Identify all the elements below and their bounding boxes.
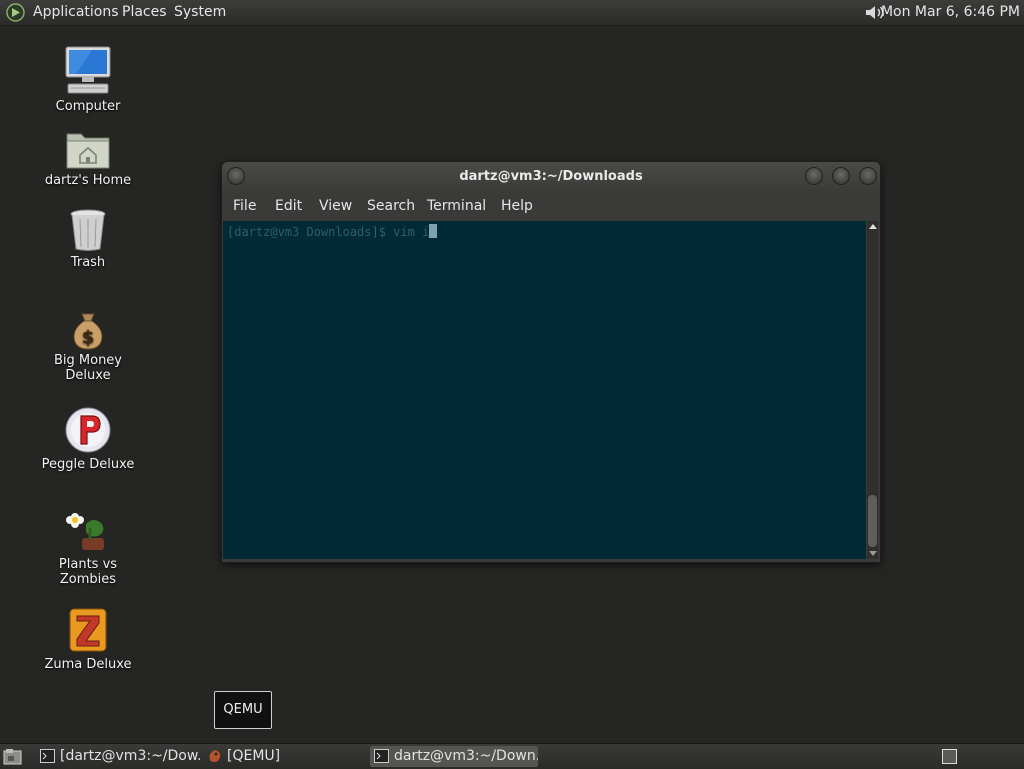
applications-menu-icon[interactable] <box>6 3 25 22</box>
close-button[interactable] <box>859 167 877 185</box>
scrollbar-thumb[interactable] <box>868 495 877 547</box>
desktop-icon-peggle[interactable]: Peggle Deluxe <box>33 406 143 472</box>
window-title: dartz@vm3:~/Downloads <box>459 169 643 184</box>
qemu-icon <box>209 750 221 762</box>
taskbar-item-label: [QEMU] <box>227 748 281 764</box>
window-titlebar[interactable]: dartz@vm3:~/Downloads <box>222 162 880 192</box>
taskbar-item-qemu[interactable]: [QEMU] <box>203 746 367 767</box>
menu-help[interactable]: Help <box>501 198 533 214</box>
show-desktop-icon[interactable] <box>3 748 22 765</box>
clock[interactable]: Mon Mar 6, 6:46 PM <box>881 0 1020 25</box>
desktop-icon-plants-vs-zombies[interactable]: Plants vs Zombies <box>33 506 143 587</box>
menu-edit[interactable]: Edit <box>275 198 302 214</box>
terminal-window[interactable]: dartz@vm3:~/Downloads File Edit View Sea… <box>221 161 881 563</box>
desktop-icon-zuma[interactable]: Zuma Deluxe <box>33 606 143 672</box>
menu-search[interactable]: Search <box>367 198 415 214</box>
menu-system[interactable]: System <box>174 0 226 25</box>
terminal-icon <box>40 749 55 763</box>
prompt-text: [dartz@vm3 Downloads]$ vim i <box>227 225 430 239</box>
taskbar-item-terminal-active[interactable]: dartz@vm3:~/Down... <box>370 746 538 767</box>
taskbar-item-terminal-1[interactable]: [dartz@vm3:~/Dow... <box>36 746 200 767</box>
scroll-up-arrow-icon[interactable] <box>869 224 877 229</box>
terminal-output[interactable]: [dartz@vm3 Downloads]$ vim i <box>223 221 866 559</box>
maximize-button[interactable] <box>832 167 850 185</box>
menu-view[interactable]: View <box>319 198 352 214</box>
menu-terminal[interactable]: Terminal <box>427 198 486 214</box>
desktop-icon-label: Computer <box>55 99 121 114</box>
minimize-button[interactable] <box>805 167 823 185</box>
qemu-tooltip: QEMU <box>214 691 272 729</box>
desktop-icon-trash[interactable]: Trash <box>33 208 143 270</box>
plants-vs-zombies-icon <box>66 513 104 550</box>
trash-icon <box>70 209 106 251</box>
taskbar-item-label: [dartz@vm3:~/Dow... <box>60 748 200 764</box>
terminal-scrollbar[interactable] <box>867 221 878 559</box>
desktop-icon-label: Trash <box>70 255 106 270</box>
peggle-icon <box>65 407 111 453</box>
menu-file[interactable]: File <box>233 198 256 214</box>
taskbar-item-label: dartz@vm3:~/Down... <box>394 748 538 764</box>
desktop-icon-label: dartz's Home <box>44 173 132 188</box>
scroll-down-arrow-icon[interactable] <box>869 551 877 556</box>
zuma-icon <box>69 608 107 652</box>
top-panel: Applications Places System Mon Mar 6, 6:… <box>0 0 1024 26</box>
text-cursor <box>429 224 438 238</box>
workspace-switcher[interactable] <box>942 749 957 764</box>
desktop-icon-label: Peggle Deluxe <box>41 457 135 472</box>
terminal-menubar: File Edit View Search Terminal Help <box>222 192 880 220</box>
desktop-icon-home[interactable]: dartz's Home <box>33 128 143 188</box>
terminal-prompt-line: [dartz@vm3 Downloads]$ vim i <box>227 224 438 239</box>
desktop-icon-label: Big Money Deluxe <box>53 353 122 383</box>
desktop-icon-computer[interactable]: Computer <box>33 44 143 114</box>
desktop-icon-label: Plants vs Zombies <box>58 557 118 587</box>
desktop-icon-label: Zuma Deluxe <box>44 657 132 672</box>
home-folder-icon <box>66 133 110 169</box>
computer-icon <box>65 46 111 94</box>
money-bag-icon: $ <box>73 313 103 350</box>
terminal-icon <box>374 749 389 763</box>
desktop-icon-big-money[interactable]: $ Big Money Deluxe <box>33 310 143 383</box>
svg-text:$: $ <box>82 327 95 348</box>
menu-places[interactable]: Places <box>122 0 167 25</box>
bottom-panel: [dartz@vm3:~/Dow... [QEMU] dartz@vm3:~/D… <box>0 743 1024 769</box>
menu-applications[interactable]: Applications <box>33 0 119 25</box>
